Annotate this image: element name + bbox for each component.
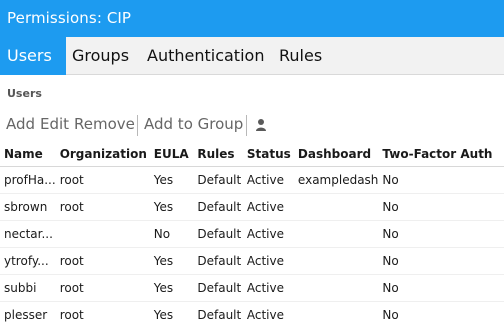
cell-dashboard [293, 220, 379, 248]
cell-name: plesser [0, 301, 56, 323]
cell-status: Active [242, 193, 294, 221]
cell-two-factor-auth: No [378, 166, 504, 194]
window-title: Permissions: CIP [0, 0, 504, 37]
cell-status: Active [242, 247, 294, 275]
cell-rules: Default [193, 274, 243, 302]
cell-organization: root [55, 247, 150, 275]
cell-two-factor-auth: No [378, 301, 504, 323]
section-title: Users [7, 87, 42, 100]
cell-two-factor-auth: No [378, 274, 504, 302]
cell-name: profHa... [0, 166, 56, 194]
cell-name: sbrown [0, 193, 56, 221]
cell-rules: Default [193, 166, 243, 194]
cell-rules: Default [193, 301, 243, 323]
table-row[interactable]: nectar... No Default Active No [0, 220, 504, 248]
table-row[interactable]: sbrown root Yes Default Active No [0, 193, 504, 221]
table-header-row: Name Organization EULA Rules Status Dash… [0, 142, 504, 167]
table-row[interactable]: plesser root Yes Default Active No [0, 301, 504, 323]
cell-status: Active [242, 220, 294, 248]
cell-dashboard [293, 274, 379, 302]
tab-groups[interactable]: Groups [65, 37, 136, 75]
cell-name: ytrofy... [0, 247, 56, 275]
cell-status: Active [242, 274, 294, 302]
cell-name: nectar... [0, 220, 56, 248]
cell-name: subbi [0, 274, 56, 302]
toolbar-divider [137, 115, 138, 136]
cell-organization: root [55, 193, 150, 221]
cell-eula: Yes [149, 166, 194, 194]
add-to-group-button[interactable]: Add to Group [144, 115, 243, 133]
users-table: Name Organization EULA Rules Status Dash… [0, 142, 504, 323]
cell-organization: root [55, 166, 150, 194]
cell-dashboard [293, 247, 379, 275]
column-header-two-factor-auth[interactable]: Two-Factor Auth [378, 142, 504, 167]
cell-eula: Yes [149, 193, 194, 221]
cell-two-factor-auth: No [378, 220, 504, 248]
tab-bar: Users Groups Authentication Rules [0, 37, 504, 75]
column-header-status[interactable]: Status [242, 142, 294, 167]
user-icon-glyph [256, 119, 266, 131]
cell-eula: Yes [149, 301, 194, 323]
toolbar-divider [246, 115, 247, 136]
cell-dashboard [293, 301, 379, 323]
tab-rules[interactable]: Rules [272, 37, 329, 75]
table-row[interactable]: profHa... root Yes Default Active exampl… [0, 166, 504, 194]
tab-authentication[interactable]: Authentication [140, 37, 271, 75]
cell-status: Active [242, 301, 294, 323]
cell-eula: No [149, 220, 194, 248]
column-header-name[interactable]: Name [0, 142, 56, 167]
cell-rules: Default [193, 193, 243, 221]
table-row[interactable]: ytrofy... root Yes Default Active No [0, 247, 504, 275]
column-header-eula[interactable]: EULA [149, 142, 194, 167]
cell-eula: Yes [149, 274, 194, 302]
edit-button[interactable]: Edit [40, 115, 69, 133]
users-toolbar: Add Edit Remove Add to Group [0, 113, 504, 139]
cell-organization: root [55, 301, 150, 323]
column-header-rules[interactable]: Rules [193, 142, 243, 167]
cell-rules: Default [193, 220, 243, 248]
cell-two-factor-auth: No [378, 247, 504, 275]
cell-organization [55, 220, 150, 248]
cell-status: Active [242, 166, 294, 194]
cell-organization: root [55, 274, 150, 302]
remove-button[interactable]: Remove [74, 115, 135, 133]
cell-two-factor-auth: No [378, 193, 504, 221]
column-header-organization[interactable]: Organization [55, 142, 150, 167]
tab-users[interactable]: Users [0, 37, 66, 75]
column-header-dashboard[interactable]: Dashboard [293, 142, 379, 167]
table-row[interactable]: subbi root Yes Default Active No [0, 274, 504, 302]
user-icon[interactable] [255, 118, 267, 132]
add-button[interactable]: Add [6, 115, 35, 133]
cell-dashboard: exampledash [293, 166, 379, 194]
cell-rules: Default [193, 247, 243, 275]
cell-dashboard [293, 193, 379, 221]
cell-eula: Yes [149, 247, 194, 275]
